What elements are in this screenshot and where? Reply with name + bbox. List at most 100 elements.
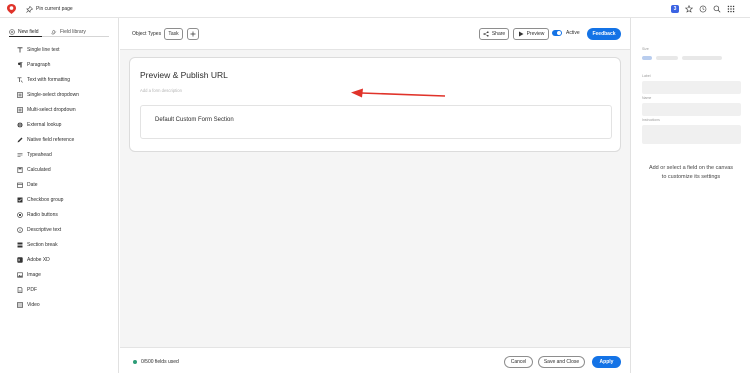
info-icon [17,227,23,233]
field-item-label: Calculated [27,167,51,173]
active-toggle-switch[interactable] [552,30,562,36]
field-item-single-select-dropdown[interactable]: Single-select dropdown [17,91,79,99]
instructions-input[interactable] [642,125,741,144]
field-item-label: External lookup [27,122,62,128]
field-item-label: Native field reference [27,137,75,143]
field-item-checkbox-group[interactable]: Checkbox group [17,196,63,204]
field-item-date[interactable]: Date [17,181,38,189]
field-item-label: Paragraph [27,62,51,68]
preview-label: Preview [526,31,545,37]
single-select-icon [17,92,23,98]
field-item-external-lookup[interactable]: External lookup [17,121,61,129]
field-palette-panel: New field Field library Single line text… [0,18,119,373]
field-item-text-with-formatting[interactable]: Text with formatting [17,76,70,84]
pdf-icon [17,287,23,293]
field-item-video[interactable]: Video [17,301,40,309]
field-item-label: Section break [27,242,58,248]
label-input[interactable] [642,81,741,94]
field-item-label: Date [27,182,38,188]
tab-new-field[interactable]: New field [9,27,42,37]
top-right-actions: 3 [671,4,735,14]
field-item-native-field-reference[interactable]: Native field reference [17,136,74,144]
fields-used-status: 0/500 fields used [141,359,179,365]
history-icon[interactable] [699,5,707,13]
field-item-descriptive-text[interactable]: Descriptive text [17,226,61,234]
form-footer: 0/500 fields used Cancel Save and Close … [120,347,630,373]
form-canvas-area: Object Types Task Share Preview Active F… [120,18,630,373]
tab-field-library[interactable]: Field library [51,27,86,37]
field-settings-panel: Size Label Name Instructions Add or sele… [630,18,750,373]
cancel-button[interactable]: Cancel [504,356,533,368]
size-option-medium[interactable] [656,56,678,60]
apps-grid-icon[interactable] [727,5,735,13]
field-item-label: Radio buttons [27,212,58,218]
play-icon [518,31,524,37]
field-item-label: Descriptive text [27,227,62,233]
section-title[interactable]: Default Custom Form Section [155,117,234,123]
pin-current-page-button[interactable]: Pin current page [26,5,73,13]
section-break-icon [17,242,23,248]
add-circle-icon [9,28,15,35]
object-types-label: Object Types [132,31,162,37]
object-type-task-chip[interactable]: Task [164,28,183,40]
form-description-input[interactable]: Add a form description [140,88,182,93]
instructions-field-label: Instructions [642,118,660,122]
notifications-badge[interactable]: 3 [671,5,679,13]
form-section[interactable]: Default Custom Form Section [140,105,612,139]
radio-icon [17,212,23,218]
add-object-type-button[interactable] [187,28,199,40]
calendar-icon [17,182,23,188]
field-item-label: Typeahead [27,152,52,158]
field-item-typeahead[interactable]: Typeahead [17,151,52,159]
field-item-label: PDF [27,287,37,293]
field-item-label: Single-select dropdown [27,92,79,98]
star-icon[interactable] [685,5,693,13]
field-item-adobe-xd[interactable]: Adobe XD [17,256,50,264]
field-item-label: Adobe XD [27,257,50,263]
calculator-icon [17,167,23,173]
top-bar: Pin current page 3 [0,0,750,18]
pin-current-page-label: Pin current page [36,6,73,12]
palette-tabs: New field Field library [9,27,109,37]
size-option-small[interactable] [642,56,652,60]
save-and-close-button[interactable]: Save and Close [538,356,585,368]
feedback-button[interactable]: Feedback [587,28,621,40]
form-toolbar: Object Types Task Share Preview Active F… [120,18,630,50]
share-label: Share [491,31,506,37]
active-label: Active [566,30,580,36]
field-item-label: Checkbox group [27,197,64,203]
pen-icon [17,137,23,143]
name-input[interactable] [642,103,741,116]
field-item-multi-select-dropdown[interactable]: Multi-select dropdown [17,106,76,114]
field-item-paragraph[interactable]: Paragraph [17,61,50,69]
multi-select-icon [17,107,23,113]
status-indicator-dot [133,360,137,364]
tab-field-library-label: Field library [60,29,86,35]
size-label: Size [642,47,649,51]
pin-icon [26,5,33,13]
form-title[interactable]: Preview & Publish URL [140,70,228,80]
form-card[interactable]: Preview & Publish URL Add a form descrip… [129,57,621,152]
field-item-image[interactable]: Image [17,271,41,279]
field-item-single-line-text[interactable]: Single line text [17,46,60,54]
field-item-pdf[interactable]: PDF [17,286,37,294]
annotation-arrow [351,88,446,98]
field-item-radio-buttons[interactable]: Radio buttons [17,211,58,219]
apply-button[interactable]: Apply [592,356,621,368]
field-item-calculated[interactable]: Calculated [17,166,51,174]
field-item-label: Single line text [27,47,60,53]
search-icon[interactable] [713,5,721,13]
checkbox-icon [17,197,23,203]
xd-icon [17,257,23,263]
settings-empty-hint: Add or select a field on the canvas to c… [648,165,734,180]
preview-button[interactable]: Preview [513,28,549,40]
paragraph-icon [17,62,23,68]
app-logo-icon[interactable] [7,4,16,14]
plus-icon [190,31,196,37]
field-item-label: Text with formatting [27,77,71,83]
share-button[interactable]: Share [479,28,509,40]
label-field-label: Label [642,74,651,78]
field-item-section-break[interactable]: Section break [17,241,58,249]
typeahead-icon [17,152,23,158]
size-option-large[interactable] [682,56,722,60]
